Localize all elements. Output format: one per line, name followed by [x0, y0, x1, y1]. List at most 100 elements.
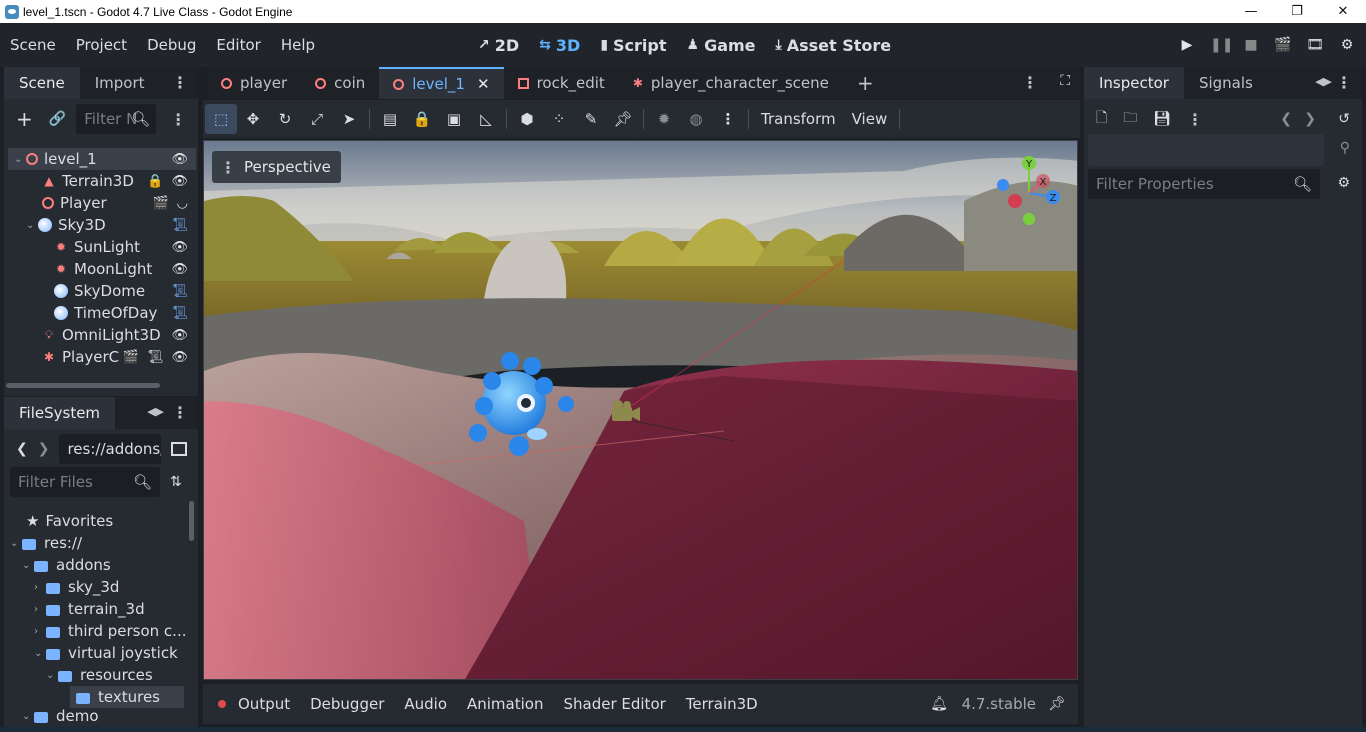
menu-scene[interactable]: Scene: [0, 36, 66, 54]
scene-tab-player[interactable]: player: [207, 67, 301, 99]
scene-tab-level-1[interactable]: level_1 ✕: [379, 67, 504, 99]
play-icon[interactable]: ▶: [1178, 37, 1196, 53]
inspector-dock-menu-icon[interactable]: ⋮: [1336, 73, 1352, 92]
fs-item-res[interactable]: ⌄ res://: [10, 532, 82, 554]
expand-arrow-icon[interactable]: ⌄: [46, 670, 58, 681]
expand-arrow-icon[interactable]: ⌄: [10, 538, 22, 549]
bell-icon[interactable]: 🔔︎: [930, 696, 948, 712]
sort-icon[interactable]: ⇅: [170, 474, 182, 490]
workspace-2d[interactable]: ↗ 2D: [470, 36, 527, 55]
open-scene-icon[interactable]: 🎬: [152, 196, 168, 211]
visibility-eye-icon[interactable]: 👁: [171, 262, 188, 277]
rotate-mode-icon[interactable]: ↻: [269, 104, 301, 134]
expand-arrow-icon[interactable]: ⌄: [22, 711, 34, 722]
fs-item-addons[interactable]: ⌄ addons: [22, 554, 111, 576]
bottom-tab-debugger[interactable]: Debugger: [300, 695, 394, 713]
open-scene-icon[interactable]: 🎬: [123, 350, 139, 365]
restore-button[interactable]: ❐: [1274, 0, 1320, 23]
visibility-eye-icon[interactable]: 👁: [171, 328, 188, 343]
path-field[interactable]: res://addons/: [59, 434, 162, 464]
distraction-free-icon[interactable]: ⛶: [1060, 73, 1070, 89]
forward-icon[interactable]: ❯: [38, 441, 50, 457]
bottom-tab-output[interactable]: Output: [228, 695, 300, 713]
script-attached-icon[interactable]: 📜︎: [147, 350, 164, 365]
visibility-eye-icon[interactable]: 👁: [171, 152, 188, 167]
scene-tree-menu-icon[interactable]: ⋮: [170, 110, 186, 129]
scene-tab-rock-edit[interactable]: rock_edit: [504, 67, 619, 99]
bottom-tab-animation[interactable]: Animation: [457, 695, 553, 713]
fs-item-third-person[interactable]: › third person c...: [34, 620, 186, 642]
axis-neg-y-handle[interactable]: [1023, 213, 1035, 225]
local-space-icon[interactable]: ◺: [470, 104, 502, 134]
fs-item-resources[interactable]: ⌄ resources: [46, 664, 153, 686]
new-resource-icon[interactable]: 🗋︎: [1096, 107, 1107, 131]
scene-tab-coin[interactable]: coin: [301, 67, 379, 99]
close-tab-icon[interactable]: ✕: [477, 75, 490, 93]
expand-arrow-icon[interactable]: ⌄: [14, 154, 26, 165]
fs-item-terrain3d[interactable]: › terrain_3d: [34, 598, 145, 620]
pause-icon[interactable]: ❚❚: [1210, 37, 1233, 53]
scene-dock-menu-icon[interactable]: ⋮: [172, 73, 188, 92]
fs-item-virtual-joystick[interactable]: ⌄ virtual joystick: [34, 642, 178, 664]
group-icon[interactable]: ▣: [438, 104, 470, 134]
tree-node-terrain3d[interactable]: ▲ Terrain3D 🔒 👁: [8, 170, 196, 192]
move-mode-icon[interactable]: ✥: [237, 104, 269, 134]
workspace-script[interactable]: ▮ Script: [592, 36, 674, 55]
menu-project[interactable]: Project: [66, 36, 137, 54]
visibility-eye-icon[interactable]: 👁: [171, 240, 188, 255]
transform-menu[interactable]: Transform: [753, 110, 844, 128]
bottom-tab-shader-editor[interactable]: Shader Editor: [553, 695, 675, 713]
tree-node-sky3d[interactable]: ⌄ Sky3D 📜︎: [8, 214, 196, 236]
tree-node-player[interactable]: Player 🎬 ◡: [8, 192, 196, 214]
tree-node-skydome[interactable]: SkyDome 📜︎: [8, 280, 196, 302]
minimize-button[interactable]: —: [1228, 0, 1274, 23]
filesystem-menu-icon[interactable]: ⋮: [172, 403, 188, 422]
expand-arrow-icon[interactable]: ⌄: [34, 648, 46, 659]
3d-viewport[interactable]: ⋮ Perspective Y X Z: [203, 140, 1078, 680]
scene-tree-horizontal-scrollbar[interactable]: [6, 383, 160, 388]
ruler-icon[interactable]: ▤: [374, 104, 406, 134]
pin-icon[interactable]: 📌︎: [607, 104, 639, 134]
split-mode-icon[interactable]: [171, 442, 188, 456]
preview-menu-icon[interactable]: ⋮: [712, 104, 744, 134]
property-options-icon[interactable]: ⚙: [1337, 175, 1350, 191]
tree-node-sunlight[interactable]: ✹ SunLight 👁: [8, 236, 196, 258]
menu-editor[interactable]: Editor: [206, 36, 270, 54]
open-resource-icon[interactable]: 🗀︎: [1123, 107, 1137, 131]
stop-icon[interactable]: ■: [1242, 37, 1260, 53]
tree-node-level-1[interactable]: ⌄ level_1 👁: [8, 148, 196, 170]
bottom-tab-terrain3d[interactable]: Terrain3D: [676, 695, 768, 713]
history-forward-icon[interactable]: ❯: [1304, 111, 1316, 127]
script-attached-icon[interactable]: 📜︎: [171, 284, 188, 299]
scatter-icon[interactable]: ⁘: [543, 104, 575, 134]
tab-signals[interactable]: Signals: [1184, 67, 1268, 99]
resource-menu-icon[interactable]: ⋮: [1187, 110, 1203, 129]
fs-item-textures[interactable]: textures: [70, 686, 184, 708]
back-icon[interactable]: ❮: [16, 441, 28, 457]
history-back-icon[interactable]: ❮: [1280, 111, 1292, 127]
visibility-hidden-icon[interactable]: ◡: [177, 196, 188, 211]
select-mode-icon[interactable]: ⬚: [205, 104, 237, 134]
history-icon[interactable]: ↺: [1338, 111, 1350, 127]
expand-arrow-icon[interactable]: ⌄: [26, 220, 38, 231]
run-custom-scene-icon[interactable]: 🎞: [1306, 37, 1324, 53]
paint-icon[interactable]: ✎: [575, 104, 607, 134]
workspace-asset-store[interactable]: ⤓ Asset Store: [768, 36, 900, 55]
axis-neg-z-handle[interactable]: [997, 179, 1009, 191]
lock-icon[interactable]: 🔒: [406, 104, 438, 134]
orientation-gizmo[interactable]: Y X Z: [989, 153, 1069, 233]
workspace-game[interactable]: ♟ Game: [679, 36, 764, 55]
script-attached-icon[interactable]: 📜︎: [171, 218, 188, 233]
visibility-eye-icon[interactable]: 👁: [171, 174, 188, 189]
view-menu[interactable]: View: [844, 110, 896, 128]
add-node-icon[interactable]: +: [16, 107, 33, 131]
filesystem-scrollbar[interactable]: [189, 501, 194, 541]
list-select-icon[interactable]: ➤: [333, 104, 365, 134]
perspective-menu[interactable]: ⋮ Perspective: [212, 151, 341, 183]
fs-item-sky3d[interactable]: › sky_3d: [34, 576, 119, 598]
bottom-tab-audio[interactable]: Audio: [394, 695, 457, 713]
object-tree-icon[interactable]: ⚲: [1340, 140, 1350, 156]
scene-tab-player-character-scene[interactable]: ✱ player_character_scene: [619, 67, 843, 99]
scene-filter-input[interactable]: Filter N 🔍︎: [76, 104, 157, 134]
tree-node-moonlight[interactable]: ✹ MoonLight 👁: [8, 258, 196, 280]
